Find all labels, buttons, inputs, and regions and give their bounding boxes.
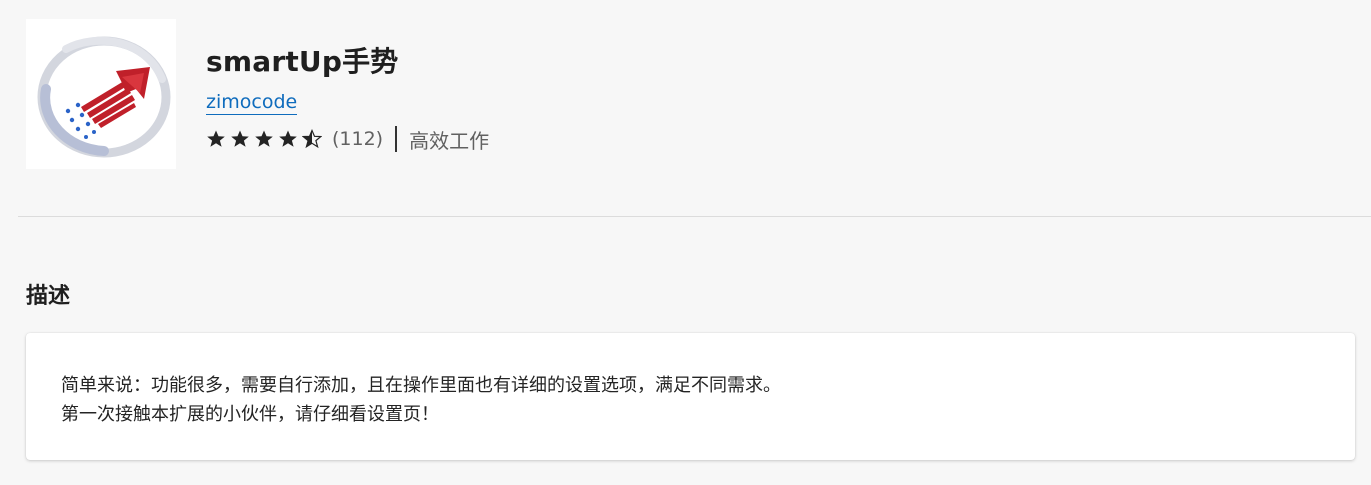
star-filled-icon bbox=[206, 129, 226, 149]
star-half-icon bbox=[302, 129, 322, 149]
category-label[interactable]: 高效工作 bbox=[409, 125, 489, 154]
rating-count: (112) bbox=[332, 128, 384, 150]
author-link[interactable]: zimocode bbox=[206, 90, 298, 115]
star-filled-icon bbox=[254, 129, 274, 149]
extension-header: smartUp手势 zimocode (112) 高效工作 bbox=[0, 0, 1371, 217]
extension-logo bbox=[26, 19, 176, 169]
description-line: 第一次接触本扩展的小伙伴，请仔细看设置页！ bbox=[61, 404, 439, 425]
smartup-arrow-logo-icon bbox=[37, 36, 171, 158]
meta-divider bbox=[395, 126, 398, 152]
extension-title: smartUp手势 bbox=[206, 45, 399, 78]
header-divider bbox=[18, 216, 1371, 217]
star-filled-icon bbox=[278, 129, 298, 149]
star-filled-icon bbox=[230, 129, 250, 149]
description-line: 简单来说：功能很多，需要自行添加，且在操作里面也有详细的设置选项，满足不同需求。 bbox=[61, 375, 781, 396]
description-heading: 描述 bbox=[26, 284, 71, 309]
extension-meta-row: (112) 高效工作 bbox=[206, 125, 489, 153]
star-rating[interactable] bbox=[206, 129, 326, 149]
description-card: 简单来说：功能很多，需要自行添加，且在操作里面也有详细的设置选项，满足不同需求。… bbox=[26, 333, 1355, 460]
